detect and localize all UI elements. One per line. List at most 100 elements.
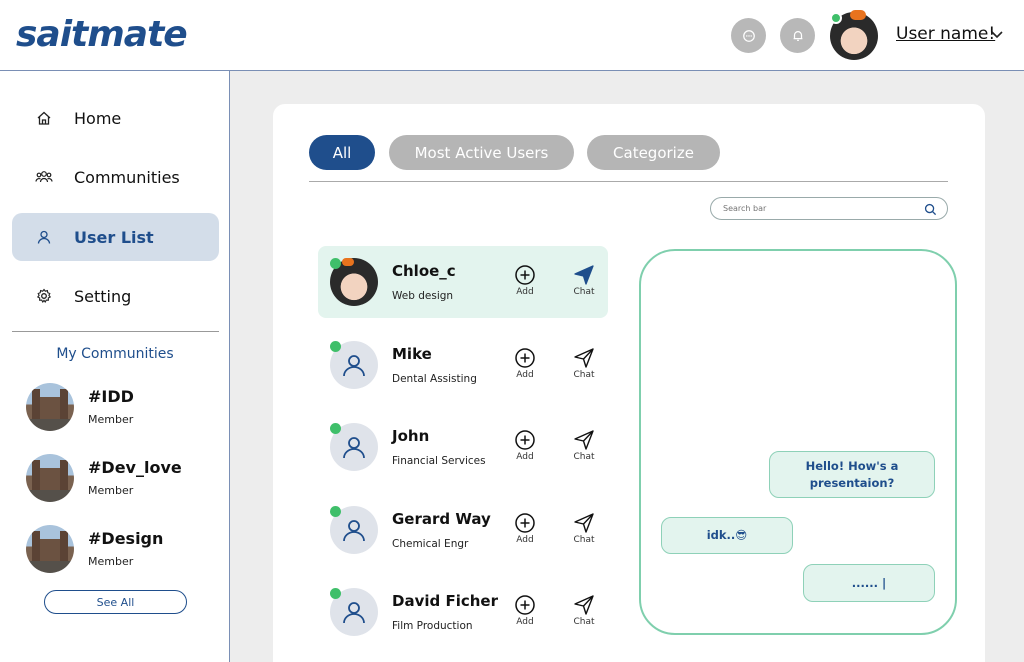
search-icon[interactable] xyxy=(924,203,937,216)
gear-icon xyxy=(34,286,54,306)
add-label: Add xyxy=(516,535,534,545)
chat-label: Chat xyxy=(573,370,595,380)
sidebar-item-home[interactable]: Home xyxy=(12,94,219,142)
plus-circle-icon xyxy=(515,265,535,285)
community-item[interactable]: #Design Member xyxy=(26,525,216,575)
community-item[interactable]: #IDD Member xyxy=(26,383,216,433)
community-name: #Design xyxy=(88,529,164,548)
add-button[interactable]: Add xyxy=(505,264,545,297)
top-header: saitmate User name! xyxy=(0,0,1024,71)
tab-categorize[interactable]: Categorize xyxy=(587,135,720,170)
online-status-dot xyxy=(330,258,341,269)
send-icon xyxy=(574,348,594,368)
app-logo[interactable]: saitmate xyxy=(16,14,188,55)
add-label: Add xyxy=(516,287,534,297)
user-name: Chloe_c xyxy=(392,262,456,280)
chat-message-outgoing: ...... | xyxy=(803,564,935,602)
username-link[interactable]: User name! xyxy=(896,24,995,44)
chat-message-outgoing: Hello! How's a presentaion? xyxy=(769,451,935,498)
person-icon xyxy=(343,355,365,377)
user-role: Chemical Engr xyxy=(392,538,469,550)
community-avatar xyxy=(26,383,74,431)
search-bar[interactable] xyxy=(710,197,948,220)
community-avatar xyxy=(26,454,74,502)
user-list-panel: All Most Active Users Categorize Chloe_c… xyxy=(273,104,985,662)
user-avatar[interactable] xyxy=(830,10,878,60)
plus-circle-icon xyxy=(515,348,535,368)
online-status-dot xyxy=(830,12,842,24)
chat-button[interactable]: Chat xyxy=(564,512,604,545)
tabs-divider xyxy=(309,181,948,182)
add-label: Add xyxy=(516,617,534,627)
add-button[interactable]: Add xyxy=(505,512,545,545)
sidebar-item-label: Home xyxy=(74,108,122,128)
sidebar-item-label: Communities xyxy=(74,167,180,187)
chat-button[interactable]: Chat xyxy=(564,264,604,297)
chat-label: Chat xyxy=(573,452,595,462)
sidebar-item-label: User List xyxy=(74,227,154,247)
chat-label: Chat xyxy=(573,287,595,297)
see-all-button[interactable]: See All xyxy=(44,590,187,614)
chat-button[interactable]: Chat xyxy=(564,594,604,627)
user-role: Dental Assisting xyxy=(392,373,477,385)
user-name: John xyxy=(392,427,430,445)
online-status-dot xyxy=(330,423,341,434)
chat-button[interactable]: Chat xyxy=(564,429,604,462)
sidebar-item-communities[interactable]: Communities xyxy=(12,153,219,201)
sidebar: Home Communities User List Setting My Co… xyxy=(0,71,230,662)
user-row[interactable]: David Ficher Film Production Add Chat xyxy=(318,576,608,648)
user-name: Gerard Way xyxy=(392,510,491,528)
online-status-dot xyxy=(330,506,341,517)
community-item[interactable]: #Dev_love Member xyxy=(26,454,216,504)
send-icon xyxy=(574,513,594,533)
community-role: Member xyxy=(88,555,134,568)
send-icon xyxy=(574,265,594,285)
chat-bubble-icon xyxy=(742,29,755,42)
chat-message-incoming: idk..😎 xyxy=(661,517,793,554)
user-row[interactable]: Gerard Way Chemical Engr Add Chat xyxy=(318,494,608,566)
sidebar-item-label: Setting xyxy=(74,286,132,306)
send-icon xyxy=(574,430,594,450)
user-role: Web design xyxy=(392,290,454,302)
chat-label: Chat xyxy=(573,535,595,545)
community-name: #IDD xyxy=(88,387,134,406)
user-row[interactable]: Mike Dental Assisting Add Chat xyxy=(318,329,608,401)
person-icon xyxy=(343,437,365,459)
user-row[interactable]: Chloe_c Web design Add Chat xyxy=(318,246,608,318)
user-name: David Ficher xyxy=(392,592,498,610)
plus-circle-icon xyxy=(515,430,535,450)
search-input[interactable] xyxy=(723,204,903,213)
person-icon xyxy=(343,602,365,624)
user-role: Financial Services xyxy=(392,455,486,467)
sidebar-item-setting[interactable]: Setting xyxy=(12,272,219,320)
plus-circle-icon xyxy=(515,513,535,533)
chevron-down-icon[interactable] xyxy=(990,30,1004,40)
chat-label: Chat xyxy=(573,617,595,627)
user-icon xyxy=(34,227,54,247)
sidebar-divider xyxy=(12,331,219,332)
add-button[interactable]: Add xyxy=(505,429,545,462)
tab-all[interactable]: All xyxy=(309,135,375,170)
add-label: Add xyxy=(516,370,534,380)
sidebar-item-user-list[interactable]: User List xyxy=(12,213,219,261)
community-avatar xyxy=(26,525,74,573)
community-role: Member xyxy=(88,484,134,497)
home-icon xyxy=(34,108,54,128)
chat-panel[interactable]: Hello! How's a presentaion? idk..😎 .....… xyxy=(639,249,957,635)
send-icon xyxy=(574,595,594,615)
user-name: Mike xyxy=(392,345,432,363)
chat-button[interactable]: Chat xyxy=(564,347,604,380)
communities-icon xyxy=(34,167,54,187)
add-button[interactable]: Add xyxy=(505,347,545,380)
user-row[interactable]: John Financial Services Add Chat xyxy=(318,411,608,483)
tab-most-active-users[interactable]: Most Active Users xyxy=(389,135,574,170)
add-label: Add xyxy=(516,452,534,462)
online-status-dot xyxy=(330,588,341,599)
add-button[interactable]: Add xyxy=(505,594,545,627)
user-role: Film Production xyxy=(392,620,473,632)
messages-button[interactable] xyxy=(731,18,766,53)
my-communities-heading: My Communities xyxy=(56,346,174,362)
notifications-button[interactable] xyxy=(780,18,815,53)
person-icon xyxy=(343,520,365,542)
bell-icon xyxy=(793,30,802,41)
